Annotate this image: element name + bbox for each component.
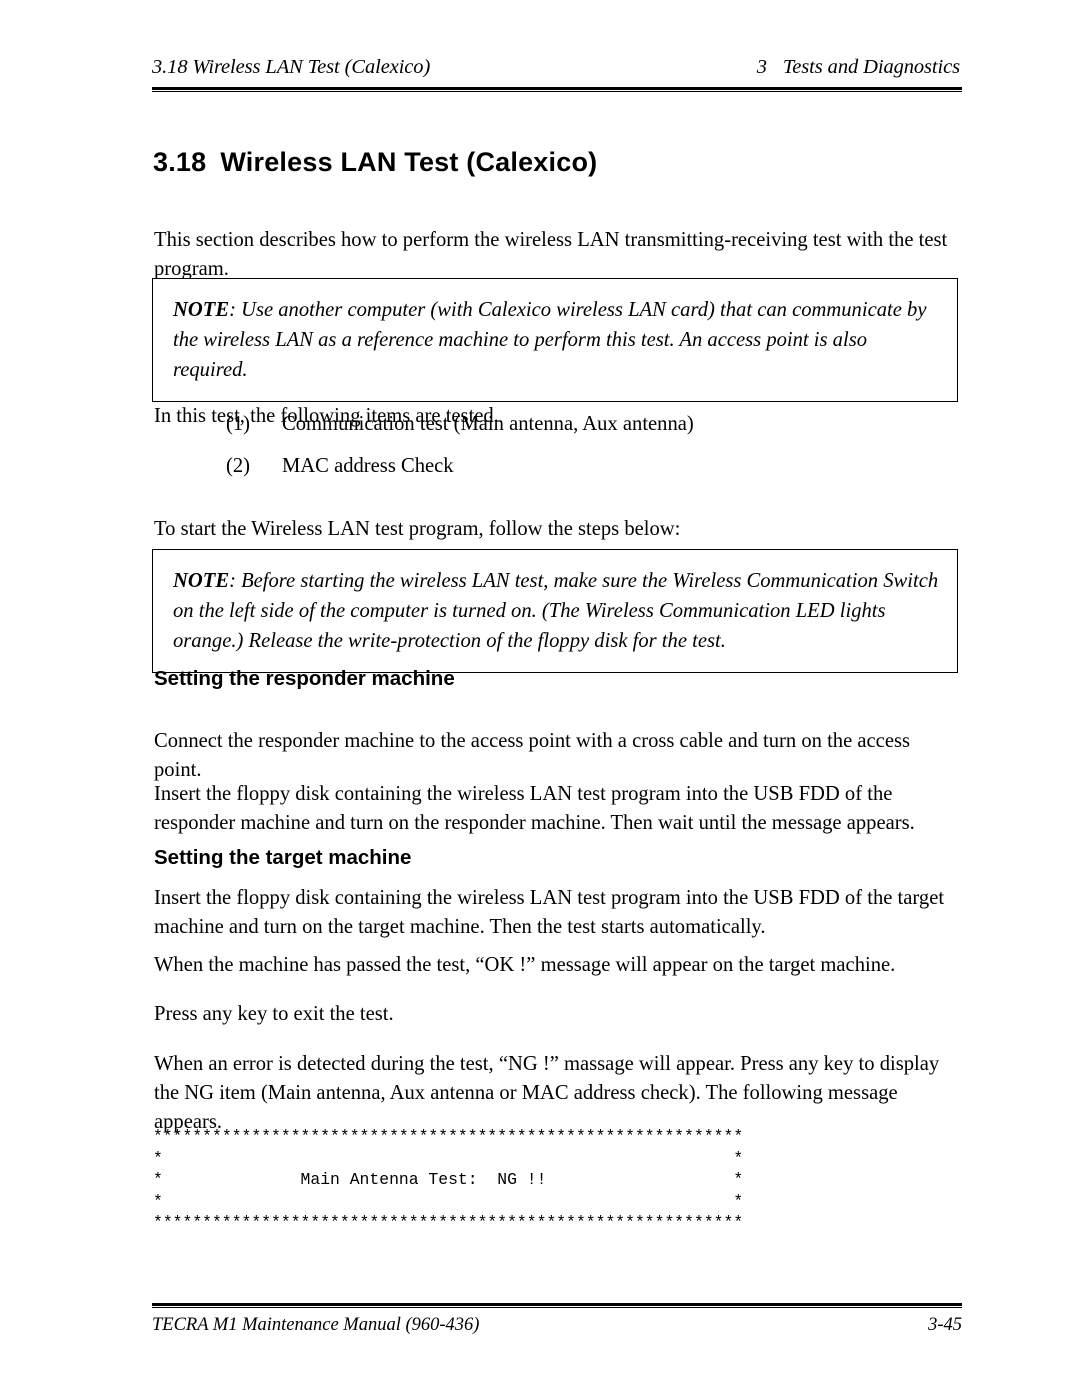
list-item: (2) MAC address Check [226, 452, 454, 481]
target-paragraph-4: When an error is detected during the tes… [154, 1052, 940, 1133]
target-paragraph-3: Press any key to exit the test. [154, 1002, 394, 1025]
running-header: 3.18 Wireless LAN Test (Calexico) 3 Tests… [152, 56, 962, 79]
list-item: (1) Communication test (Main antenna, Aux… [226, 410, 694, 439]
subheading-target-machine: Setting the target machine [154, 846, 412, 869]
document-page: 3.18 Wireless LAN Test (Calexico) 3 Tests… [0, 0, 1080, 1397]
list-item-label: MAC address Check [282, 455, 454, 477]
header-chapter-title: Tests and Diagnostics [782, 56, 960, 78]
note-box-reference-machine: NOTE: Use another computer (with Calexic… [152, 278, 958, 402]
note-2-body: : Before starting the wireless LAN test,… [173, 570, 939, 652]
responder-paragraph-1: Connect the responder machine to the acc… [154, 729, 910, 781]
footer-rule-thin [152, 1307, 962, 1308]
header-divider-rule [152, 87, 962, 92]
responder-paragraph-2: Insert the floppy disk containing the wi… [154, 782, 915, 834]
subheading-responder-machine: Setting the responder machine [154, 667, 455, 690]
list-item-label: Communication test (Main antenna, Aux an… [282, 413, 694, 435]
list-item-marker: (2) [226, 455, 251, 477]
target-paragraph-2: When the machine has passed the test, “O… [154, 953, 896, 976]
note-box-wireless-switch: NOTE: Before starting the wireless LAN t… [152, 549, 958, 673]
footer-page-number: 3-45 [928, 1315, 962, 1335]
note-1-text: NOTE: Use another computer (with Calexic… [153, 279, 957, 401]
header-section-label: 3.18 Wireless LAN Test (Calexico) [152, 56, 431, 78]
header-chapter-number: 3 [756, 56, 767, 78]
section-number: 3.18 [153, 147, 207, 178]
header-chapter-label: 3 Tests and Diagnostics [757, 56, 962, 79]
footer-divider-rule [152, 1303, 962, 1308]
target-paragraph-1: Insert the floppy disk containing the wi… [154, 886, 945, 938]
note-2-label: NOTE [173, 570, 230, 592]
note-1-label: NOTE [173, 299, 230, 321]
header-rule-thick [152, 87, 962, 90]
footer-rule-thick [152, 1303, 962, 1306]
intro-paragraph: This section describes how to perform th… [154, 228, 948, 280]
note-1-body: : Use another computer (with Calexico wi… [173, 299, 927, 381]
header-rule-thin [152, 91, 962, 92]
list-item-marker: (1) [226, 413, 251, 435]
section-title: Wireless LAN Test (Calexico) [220, 147, 598, 178]
footer-manual-title: TECRA M1 Maintenance Manual (960-436) [152, 1315, 480, 1335]
start-steps-paragraph: To start the Wireless LAN test program, … [154, 517, 681, 540]
page-footer: TECRA M1 Maintenance Manual (960-436) 3-… [152, 1315, 962, 1336]
page-title: 3.18 Wireless LAN Test (Calexico) [153, 147, 597, 178]
note-2-text: NOTE: Before starting the wireless LAN t… [153, 550, 957, 672]
ascii-output-block: ****************************************… [153, 1127, 744, 1233]
